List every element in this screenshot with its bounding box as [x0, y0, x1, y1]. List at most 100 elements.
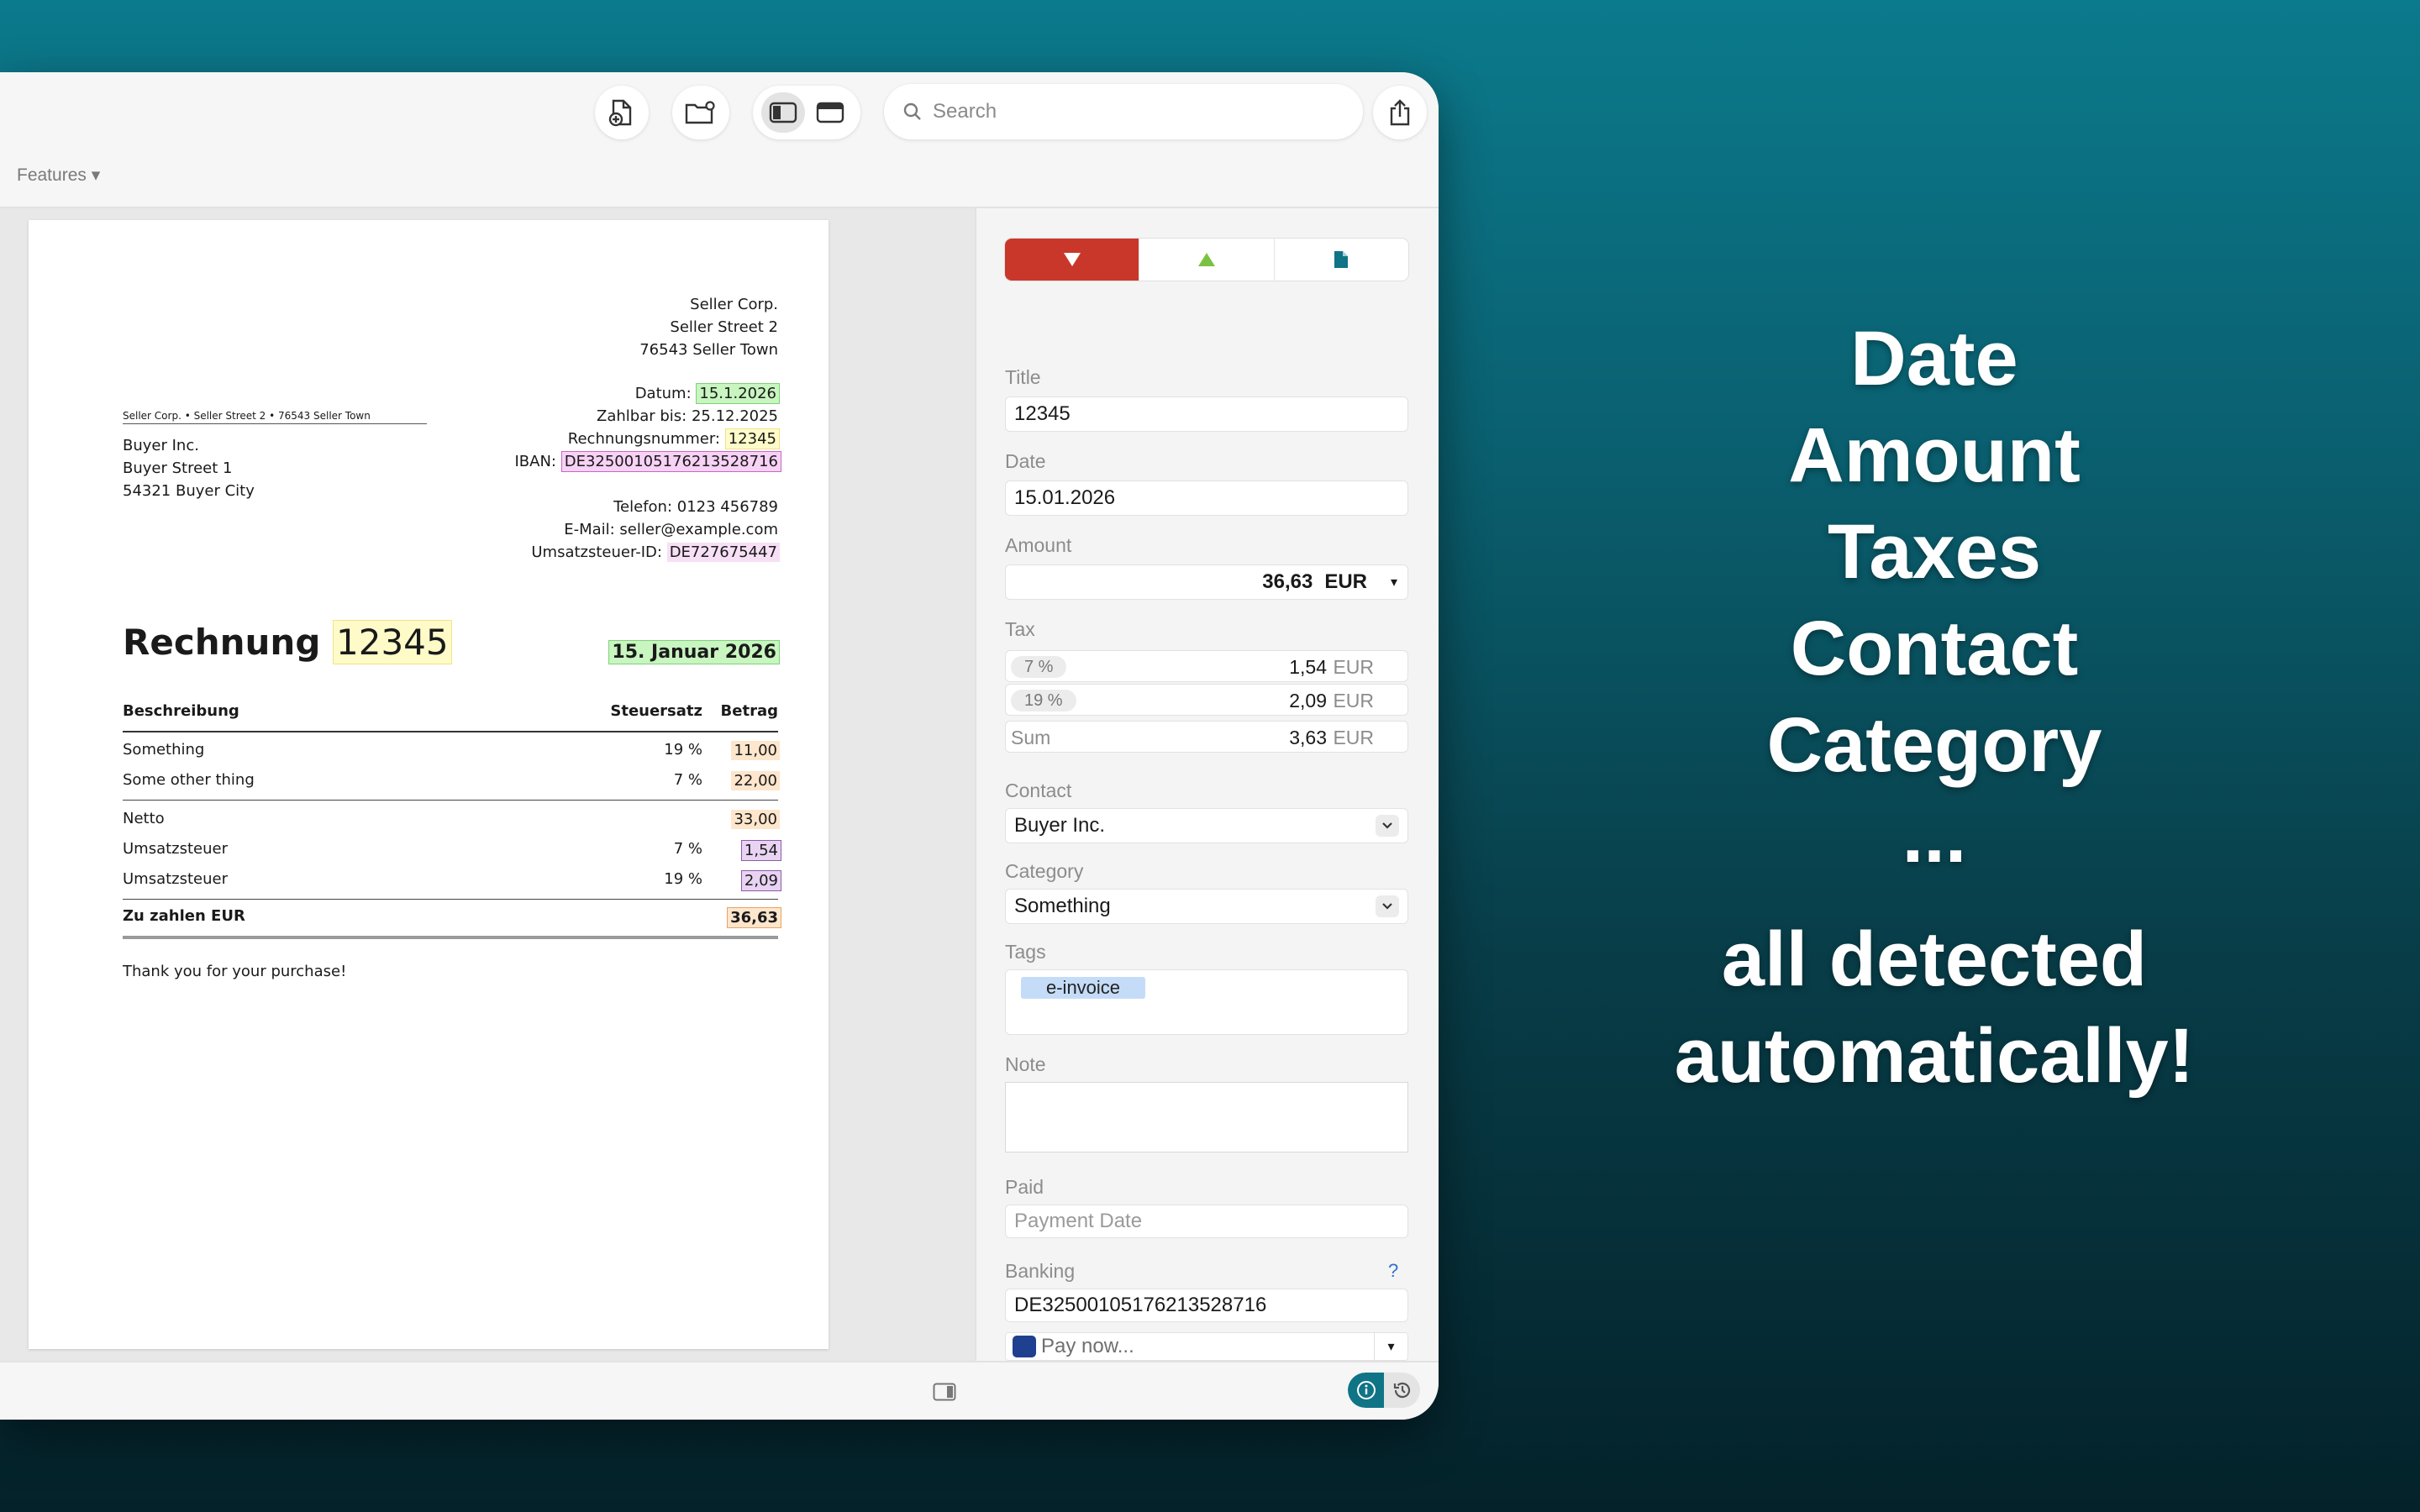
tax-rate-pill: 7 % [1011, 656, 1067, 678]
promo-line-ellipsis: ... [1902, 793, 1967, 879]
category-select[interactable]: Something [1005, 889, 1408, 924]
view-mode-segment [753, 86, 860, 139]
promo-line-date: Date [1850, 316, 2018, 402]
contact-select[interactable]: Buyer Inc. [1005, 808, 1408, 843]
iban-value: DE32500105176213528716 [560, 451, 781, 472]
toggle-inspector-button[interactable] [933, 1383, 956, 1405]
zahlbar-line: Zahlbar bis: 25.12.2025 [597, 407, 778, 425]
items-rule [123, 800, 778, 801]
row-1-amount: 11,00 [731, 741, 780, 760]
outgoing-tab[interactable] [1005, 239, 1139, 281]
note-textarea[interactable] [1005, 1082, 1408, 1152]
folder-settings-button[interactable] [672, 86, 729, 139]
pay-options-dropdown-icon[interactable]: ▾ [1374, 1333, 1407, 1360]
invoice-page: Seller Corp. Seller Street 2 76543 Selle… [29, 220, 829, 1349]
row-2-amount: 22,00 [731, 771, 780, 790]
heading-date: 15. Januar 2026 [608, 640, 780, 664]
amount-label: Amount [1005, 534, 1072, 556]
ust-id-label: Umsatzsteuer-ID: [531, 543, 662, 561]
datum-label: Datum: [634, 385, 692, 402]
ust-row-2-desc: Umsatzsteuer [123, 870, 229, 888]
sidebar-right-icon [933, 1383, 956, 1401]
ust-id-line: Umsatzsteuer-ID: DE727675447 [531, 543, 780, 562]
tax-rate-pill: 19 % [1011, 690, 1076, 711]
amount-field[interactable]: 36,63 EUR ▾ [1005, 564, 1408, 600]
ust-id-value: DE727675447 [666, 543, 780, 562]
col-tax-header: Steuersatz [610, 702, 702, 720]
rechnungsnummer-line: Rechnungsnummer: 12345 [567, 428, 780, 449]
total-value: 36,63 [727, 907, 781, 928]
title-label: Title [1005, 366, 1041, 388]
thanks-text: Thank you for your purchase! [123, 963, 347, 980]
note-label: Note [1005, 1053, 1046, 1075]
promo-text: Date Amount Taxes Contact Category ... a… [1573, 311, 2296, 1105]
payment-date-field[interactable]: Payment Date [1005, 1205, 1408, 1238]
chevron-down-icon[interactable] [1376, 815, 1399, 837]
netto-label: Netto [123, 810, 165, 827]
inspector-panel: Title 12345 Date 15.01.2026 Amount 36,63… [976, 208, 1439, 1361]
search-placeholder: Search [933, 100, 997, 123]
promo-line-category: Category [1766, 702, 2102, 788]
iban-label: IBAN: [514, 453, 556, 470]
rechnungsnummer-label: Rechnungsnummer: [567, 430, 720, 448]
history-button[interactable] [1384, 1373, 1420, 1408]
ust-row-1-desc: Umsatzsteuer [123, 840, 229, 858]
document-icon [1334, 251, 1349, 268]
invoice-heading: Rechnung 12345 [123, 620, 452, 664]
document-tab[interactable] [1273, 239, 1408, 281]
pay-now-label: Pay now... [1041, 1335, 1134, 1357]
new-document-button[interactable] [595, 86, 649, 139]
ust-row-2-tax: 19 % [664, 870, 702, 888]
tax-sum-value: 3,63 [1289, 727, 1327, 748]
tax-rule [123, 899, 778, 900]
features-menu[interactable]: Features ▾ [17, 165, 100, 186]
triangle-up-icon [1197, 253, 1215, 266]
banking-label: Banking [1005, 1260, 1076, 1282]
seller-name: Seller Corp. [690, 296, 778, 313]
date-field[interactable]: 15.01.2026 [1005, 480, 1408, 516]
banking-help-icon[interactable]: ? [1388, 1260, 1398, 1282]
full-view-button[interactable] [808, 92, 852, 133]
tag-chip[interactable]: e-invoice [1021, 977, 1146, 999]
promo-line-taxes: Taxes [1827, 509, 2042, 595]
document-preview-pane[interactable]: Seller Corp. Seller Street 2 76543 Selle… [0, 208, 975, 1361]
ust-row-2-amount: 2,09 [740, 870, 781, 891]
tax-row-19[interactable]: 19 % 2,09 EUR [1005, 684, 1408, 716]
share-button[interactable] [1373, 86, 1427, 139]
info-icon [1356, 1381, 1376, 1399]
iban-field[interactable]: DE32500105176213528716 [1005, 1289, 1408, 1322]
tax-row-7[interactable]: 7 % 1,54 EUR [1005, 650, 1408, 682]
tax-sum-row: Sum 3,63 EUR [1005, 721, 1408, 753]
category-value: Something [1014, 895, 1111, 917]
info-button[interactable] [1348, 1373, 1384, 1408]
buyer-city: 54321 Buyer City [123, 482, 255, 500]
incoming-tab[interactable] [1139, 239, 1273, 281]
folder-gear-icon [685, 101, 715, 124]
search-icon [903, 102, 921, 120]
toolbar: Search Features ▾ [0, 72, 1439, 207]
tags-label: Tags [1005, 941, 1046, 963]
email-line: E-Mail: seller@example.com [564, 521, 778, 538]
promo-tagline-2: automatically! [1674, 1013, 2195, 1099]
total-rule [123, 936, 778, 939]
chevron-down-icon[interactable] [1376, 895, 1399, 917]
contact-label: Contact [1005, 780, 1072, 801]
pay-now-button[interactable]: Pay now... ▾ [1005, 1332, 1408, 1361]
tax-label: Tax [1005, 618, 1035, 640]
buyer-street: Buyer Street 1 [123, 459, 233, 477]
tags-field[interactable]: e-invoice [1005, 969, 1408, 1035]
tax-sum-currency: EUR [1333, 727, 1374, 748]
currency-dropdown-icon[interactable]: ▾ [1391, 574, 1397, 591]
search-input[interactable]: Search [884, 84, 1363, 139]
new-document-icon [608, 99, 632, 127]
tax-currency: EUR [1333, 690, 1374, 711]
date-label: Date [1005, 450, 1046, 472]
heading-number: 12345 [333, 620, 452, 664]
telefon-line: Telefon: 0123 456789 [613, 498, 778, 516]
title-field[interactable]: 12345 [1005, 396, 1408, 432]
bank-app-icon [1013, 1336, 1036, 1357]
sidebar-icon [769, 102, 797, 123]
total-label: Zu zahlen EUR [123, 907, 245, 925]
sidebar-view-button[interactable] [761, 92, 805, 133]
direction-segment [1005, 239, 1408, 281]
